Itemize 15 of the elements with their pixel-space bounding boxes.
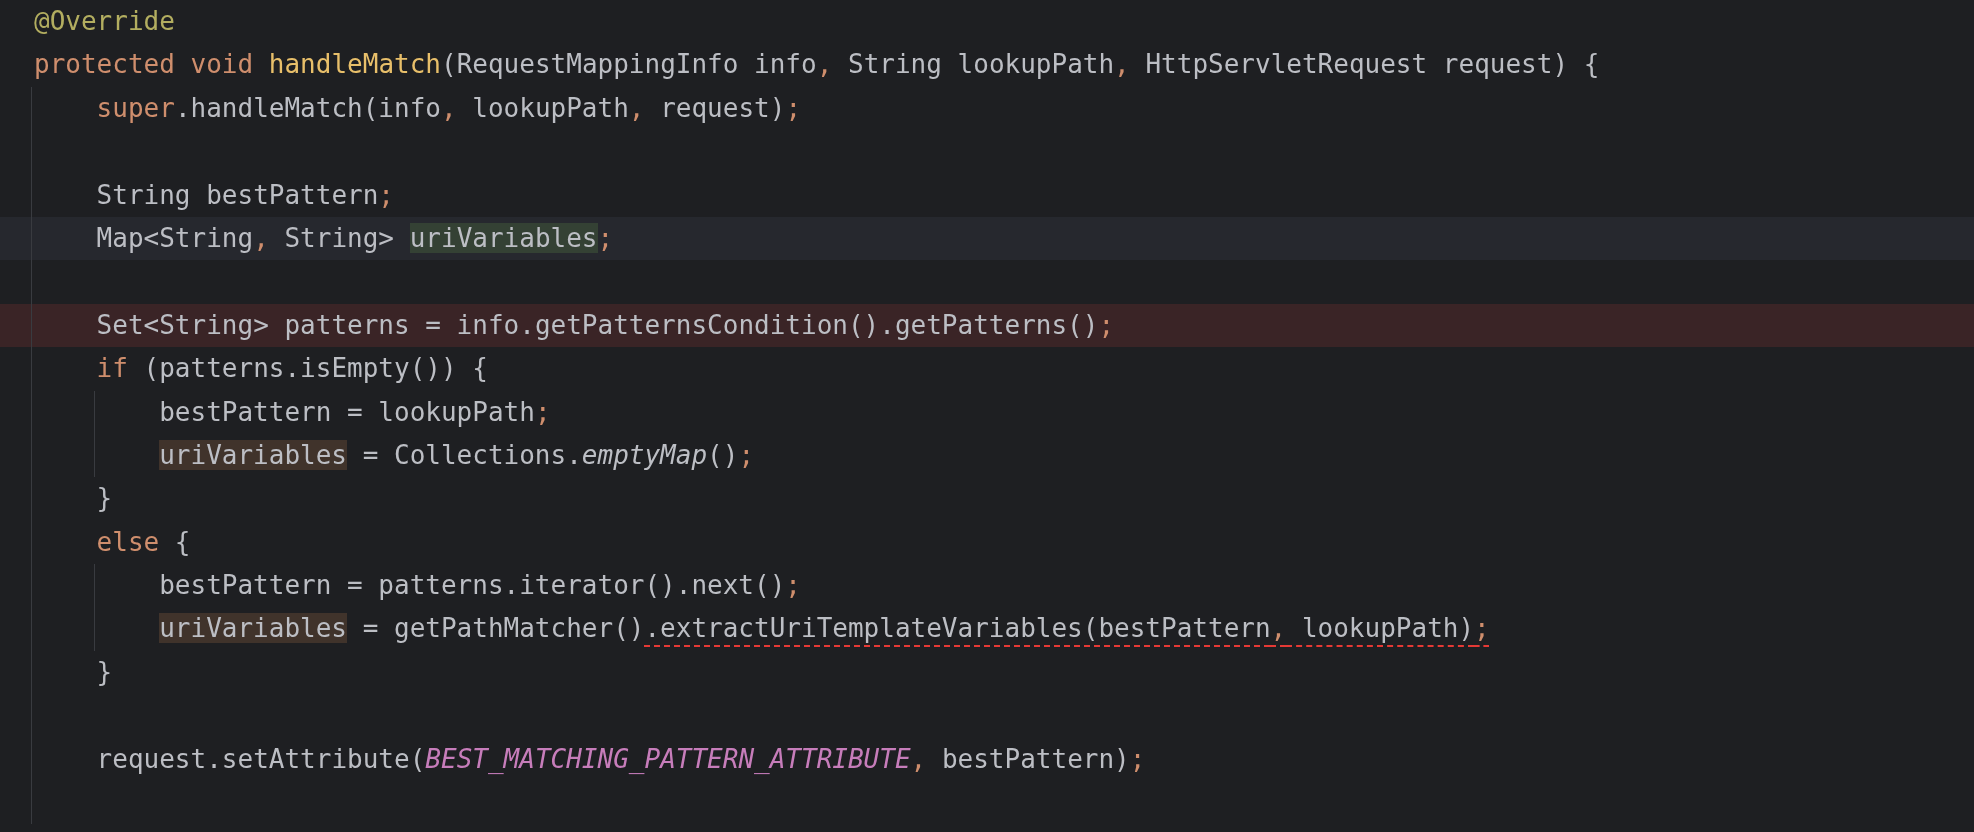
code-line: bestPattern = lookupPath;: [159, 396, 551, 427]
code-line: }: [96, 656, 113, 687]
code-line: @Override: [34, 6, 175, 36]
code-line: if (patterns.isEmpty()) {: [96, 353, 488, 384]
code-line: uriVariables = getPathMatcher().extractUriTemplateVariables(bestPattern, lookupPath);: [159, 613, 1490, 644]
code-line: }: [96, 483, 113, 514]
code-line: String bestPattern;: [96, 179, 394, 210]
code-line: else {: [96, 526, 191, 557]
code-line: protected void handleMatch(RequestMappingInfo info, String lookupPath, HttpServletRequest request) {: [34, 49, 1600, 80]
code-line: Set<String> patterns = info.getPatternsCondition().getPatterns();: [96, 309, 1115, 340]
code-line: uriVariables = Collections.emptyMap();: [159, 439, 755, 470]
code-line: super.handleMatch(info, lookupPath, request);: [96, 92, 802, 123]
code-line: request.setAttribute(BEST_MATCHING_PATTERN_ATTRIBUTE, bestPattern);: [96, 743, 1146, 774]
code-line: Map<String, String> uriVariables;: [96, 222, 614, 253]
code-line: bestPattern = patterns.iterator().next();: [159, 570, 801, 601]
